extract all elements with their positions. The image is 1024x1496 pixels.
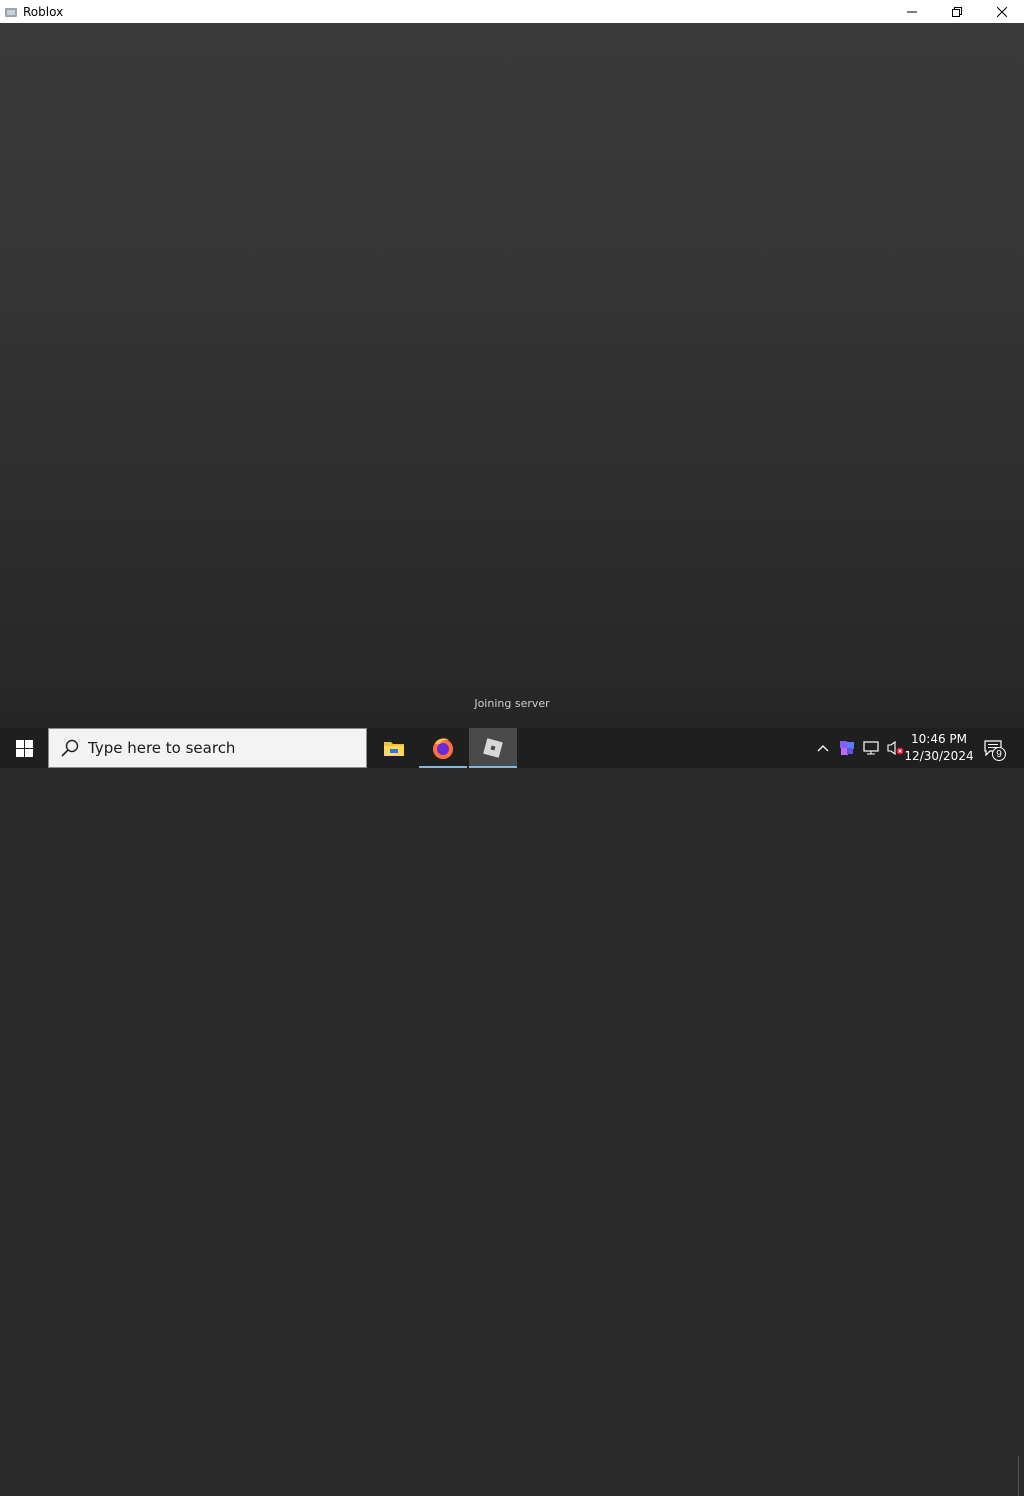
- taskbar: Type here to search 10:46 PM 12/30/2024: [0, 728, 1024, 1496]
- restore-button[interactable]: [934, 0, 979, 23]
- firefox-icon: [433, 738, 453, 759]
- minimize-icon: [906, 11, 917, 12]
- volume-status[interactable]: [884, 728, 906, 768]
- taskbar-app-roblox[interactable]: [469, 728, 517, 768]
- show-desktop-button[interactable]: [1018, 1456, 1024, 1496]
- colorful-app-icon: [840, 741, 854, 755]
- volume-muted-icon: [887, 740, 904, 756]
- clock-time: 10:46 PM: [911, 732, 967, 746]
- clock-date: 12/30/2024: [904, 749, 974, 763]
- window-titlebar[interactable]: Roblox: [0, 0, 1024, 23]
- chevron-up-icon: [817, 745, 829, 752]
- start-button[interactable]: [0, 728, 48, 768]
- search-icon: [61, 739, 79, 757]
- windows-logo-icon: [15, 739, 33, 757]
- window-title: Roblox: [23, 4, 64, 19]
- show-hidden-icons-button[interactable]: [813, 728, 833, 768]
- roblox-app-icon: [3, 4, 19, 20]
- taskbar-search-box[interactable]: Type here to search: [48, 728, 367, 768]
- restore-icon: [951, 6, 962, 17]
- taskbar-app-file-explorer[interactable]: [370, 728, 418, 768]
- taskbar-clock[interactable]: 10:46 PM 12/30/2024: [904, 728, 974, 768]
- game-viewport[interactable]: [0, 23, 1024, 728]
- tray-app-icon[interactable]: [836, 728, 858, 768]
- close-button[interactable]: [979, 0, 1024, 23]
- network-status[interactable]: [860, 728, 882, 768]
- network-icon: [863, 741, 879, 755]
- minimize-button[interactable]: [889, 0, 934, 23]
- roblox-icon: [483, 738, 503, 758]
- taskbar-app-firefox[interactable]: [419, 728, 467, 768]
- loading-status-text: Joining server: [474, 697, 550, 710]
- notification-count-badge: 9: [992, 747, 1006, 761]
- close-icon: [996, 6, 1007, 17]
- search-placeholder: Type here to search: [88, 739, 236, 757]
- file-explorer-icon: [384, 742, 404, 756]
